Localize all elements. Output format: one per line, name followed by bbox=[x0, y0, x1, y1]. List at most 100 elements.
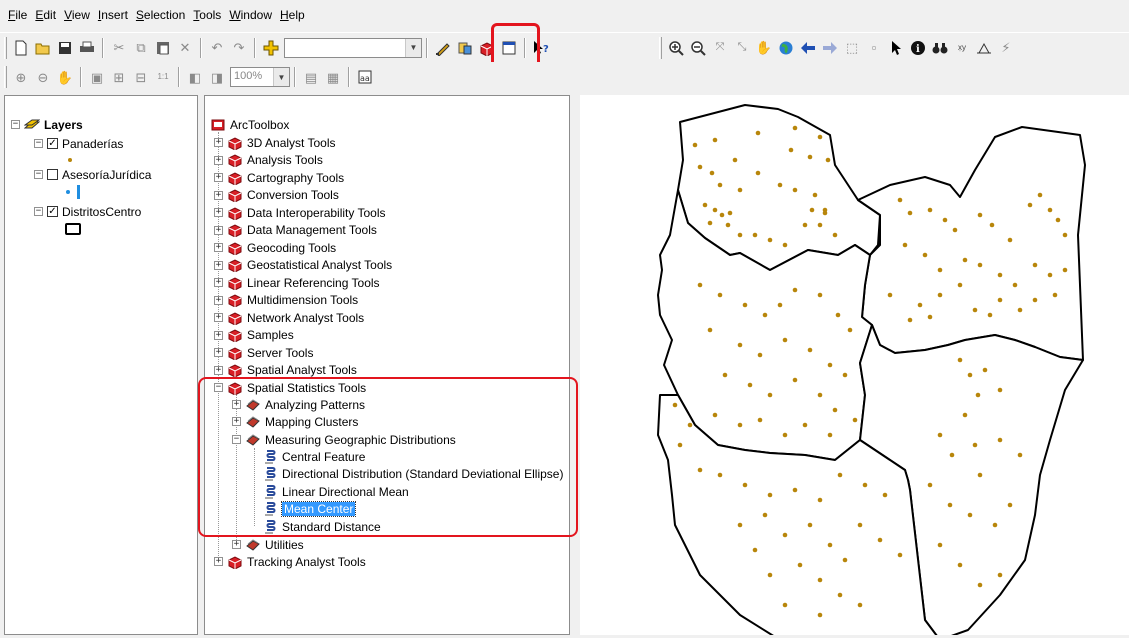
fixed-zoom-out-icon[interactable]: ⤡ bbox=[732, 37, 752, 59]
arccatalog-icon[interactable] bbox=[455, 37, 475, 59]
layer-visibility-checkbox[interactable]: ✓ bbox=[47, 206, 58, 217]
menu-selection[interactable]: Selection bbox=[132, 8, 189, 22]
chevron-down-icon[interactable]: ▼ bbox=[405, 38, 421, 57]
measure-icon[interactable] bbox=[974, 37, 994, 59]
previous-extent-icon[interactable]: ◧ bbox=[185, 66, 205, 88]
expand-icon[interactable]: + bbox=[214, 557, 223, 566]
subtoolset-measuring-distributions[interactable]: − Measuring Geographic Distributions bbox=[232, 431, 456, 448]
collapse-icon[interactable]: − bbox=[232, 435, 241, 444]
zoom-percent-combo[interactable]: 100% ▼ bbox=[230, 67, 290, 87]
toolset-item[interactable]: + Geostatistical Analyst Tools bbox=[214, 257, 392, 274]
toolset-item[interactable]: + Server Tools bbox=[214, 344, 313, 361]
go-to-xy-icon[interactable]: x̣y bbox=[952, 37, 972, 59]
expand-icon[interactable]: + bbox=[214, 243, 223, 252]
expand-icon[interactable]: + bbox=[214, 173, 223, 182]
layer-visibility-checkbox[interactable] bbox=[47, 169, 58, 180]
find-binoculars-icon[interactable] bbox=[930, 37, 950, 59]
expand-icon[interactable]: + bbox=[214, 225, 223, 235]
toolset-item[interactable]: + Geocoding Tools bbox=[214, 239, 336, 256]
select-features-icon[interactable]: ⬚ bbox=[842, 37, 862, 59]
layer-row[interactable]: − ✓ DistritosCentro bbox=[34, 203, 141, 220]
expand-icon[interactable]: + bbox=[214, 190, 223, 200]
toolset-item[interactable]: +3D Analyst Tools bbox=[214, 134, 336, 151]
expand-icon[interactable]: + bbox=[214, 208, 223, 217]
identify-icon[interactable]: i bbox=[908, 37, 928, 59]
menu-window[interactable]: Window bbox=[225, 8, 276, 22]
subtoolset-analyzing-patterns[interactable]: + Analyzing Patterns bbox=[232, 396, 365, 413]
copy-icon[interactable]: ⧉ bbox=[131, 37, 151, 59]
collapse-icon[interactable]: − bbox=[34, 170, 43, 179]
collapse-icon[interactable]: − bbox=[34, 139, 43, 148]
expand-icon[interactable]: + bbox=[232, 417, 241, 426]
map-display[interactable] bbox=[580, 95, 1129, 638]
fixed-zoom-in-icon[interactable]: ⤧ bbox=[710, 37, 730, 59]
full-extent-globe-icon[interactable] bbox=[776, 37, 796, 59]
cut-icon[interactable]: ✂ bbox=[109, 37, 129, 59]
toolbox-root[interactable]: ArcToolbox bbox=[210, 116, 289, 133]
expand-icon[interactable]: + bbox=[214, 155, 223, 165]
layout-pan-icon[interactable]: ✋ bbox=[55, 66, 75, 88]
change-layout-icon[interactable]: aa bbox=[355, 66, 375, 88]
collapse-icon[interactable]: − bbox=[34, 207, 43, 216]
back-arrow-icon[interactable] bbox=[798, 37, 818, 59]
toolset-item[interactable]: + Data Interoperability Tools bbox=[214, 204, 386, 221]
save-icon[interactable] bbox=[55, 37, 75, 59]
layout-zoom-in-icon[interactable]: ⊕ bbox=[11, 66, 31, 88]
map-scale-combo[interactable]: ▼ bbox=[284, 37, 422, 58]
zoom-whole-page-icon[interactable]: ▣ bbox=[87, 66, 107, 88]
zoom-out-icon[interactable] bbox=[688, 37, 708, 59]
zoom-100-icon[interactable]: 1:1 bbox=[153, 66, 173, 88]
subtoolset-utilities[interactable]: + Utilities bbox=[232, 536, 304, 553]
toolset-item[interactable]: + Cartography Tools bbox=[214, 169, 344, 186]
zoom-in-icon[interactable] bbox=[666, 37, 686, 59]
toolset-item[interactable]: + Network Analyst Tools bbox=[214, 309, 364, 326]
expand-icon[interactable]: + bbox=[214, 313, 223, 322]
next-extent-icon[interactable]: ◨ bbox=[207, 66, 227, 88]
expand-icon[interactable]: + bbox=[214, 348, 223, 357]
toggle-draft-mode-icon[interactable]: ▤ bbox=[301, 66, 321, 88]
toolset-item[interactable]: + Data Management Tools bbox=[214, 222, 377, 239]
district-polygon[interactable] bbox=[857, 126, 1086, 361]
new-document-icon[interactable] bbox=[11, 37, 31, 59]
layer-row[interactable]: − ✓ Panaderías bbox=[34, 135, 123, 152]
paste-icon[interactable] bbox=[153, 37, 173, 59]
arctoolbox-icon[interactable] bbox=[477, 37, 497, 59]
expand-icon[interactable]: + bbox=[214, 260, 223, 270]
menu-view[interactable]: View bbox=[60, 8, 94, 22]
toolbar-grip[interactable] bbox=[4, 66, 7, 88]
forward-arrow-icon[interactable] bbox=[820, 37, 840, 59]
toolbar-grip[interactable] bbox=[659, 36, 662, 59]
layout-zoom-out-icon[interactable]: ⊖ bbox=[33, 66, 53, 88]
expand-icon[interactable]: + bbox=[214, 278, 223, 287]
hyperlink-icon[interactable]: ⚡ bbox=[996, 37, 1016, 59]
map-canvas[interactable] bbox=[580, 95, 1129, 638]
expand-icon[interactable]: + bbox=[214, 138, 223, 147]
collapse-icon[interactable]: − bbox=[214, 383, 223, 392]
tool-item[interactable]: Linear Directional Mean bbox=[262, 483, 409, 500]
toolset-item[interactable]: + Multidimension Tools bbox=[214, 292, 358, 309]
toolset-item[interactable]: + Analysis Tools bbox=[214, 152, 323, 169]
add-data-icon[interactable] bbox=[261, 37, 281, 59]
select-elements-arrow-icon[interactable] bbox=[886, 37, 906, 59]
toolbar-grip[interactable] bbox=[4, 36, 7, 59]
open-folder-icon[interactable] bbox=[33, 37, 53, 59]
layer-row[interactable]: − AsesoríaJurídica bbox=[34, 166, 151, 183]
panel-splitter[interactable] bbox=[572, 95, 580, 635]
delete-icon[interactable]: ✕ bbox=[175, 37, 195, 59]
focus-data-frame-icon[interactable]: ▦ bbox=[323, 66, 343, 88]
expand-icon[interactable]: + bbox=[214, 330, 223, 340]
menu-file[interactable]: File bbox=[4, 8, 31, 22]
toolset-spatial-statistics[interactable]: − Spatial Statistics Tools bbox=[214, 379, 366, 396]
toolset-item[interactable]: + Samples bbox=[214, 327, 294, 344]
tool-item[interactable]: Central Feature bbox=[262, 448, 365, 465]
collapse-icon[interactable]: − bbox=[11, 120, 20, 129]
print-icon[interactable] bbox=[77, 37, 97, 59]
redo-icon[interactable]: ↷ bbox=[229, 37, 249, 59]
expand-icon[interactable]: + bbox=[232, 540, 241, 549]
expand-icon[interactable]: + bbox=[232, 400, 241, 409]
undo-icon[interactable]: ↶ bbox=[207, 37, 227, 59]
menu-insert[interactable]: Insert bbox=[94, 8, 132, 22]
tool-item[interactable]: Standard Distance bbox=[262, 518, 381, 535]
toolset-item[interactable]: + Linear Referencing Tools bbox=[214, 274, 380, 291]
clear-selection-icon[interactable]: ▫ bbox=[864, 37, 884, 59]
